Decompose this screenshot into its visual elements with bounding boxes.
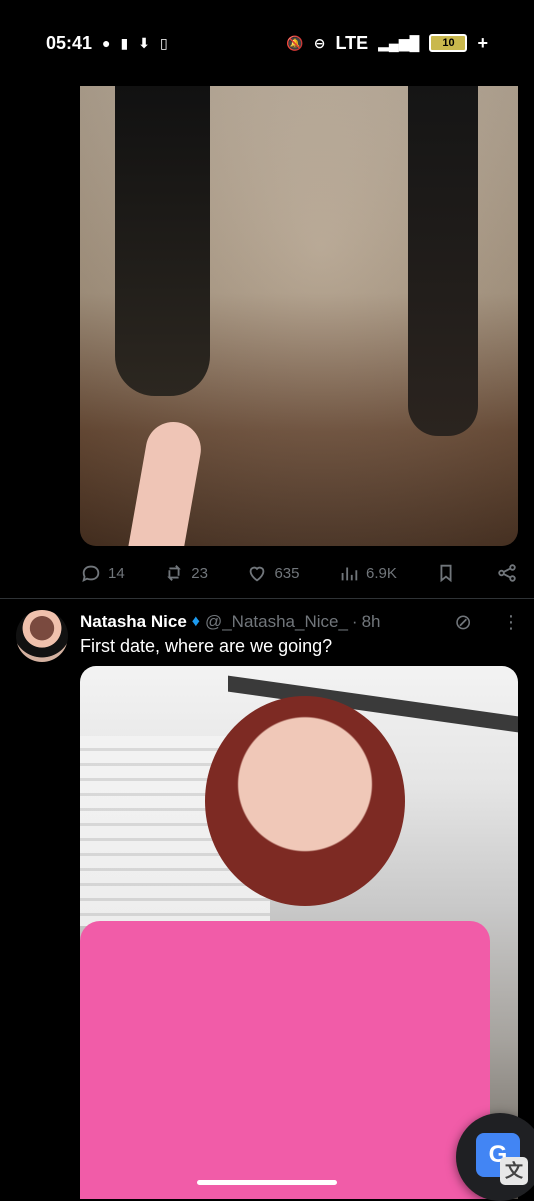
translate-icon: G文 (476, 1133, 528, 1185)
second-post-header: Natasha Nice ♦ @_Natasha_Nice_ · 8h ⊘ ⋮ (80, 610, 520, 634)
bookmark-action[interactable] (435, 562, 457, 584)
signal-icon: ▂▄▆█ (378, 34, 420, 51)
photo-pink-top (80, 921, 490, 1199)
battery-plus: + (477, 32, 488, 53)
first-post-media[interactable] (80, 86, 518, 546)
views-count: 6.9K (366, 564, 397, 582)
repost-action[interactable]: 23 (163, 562, 208, 584)
reply-action[interactable]: 14 (80, 562, 125, 584)
translate-button[interactable]: G文 (456, 1113, 534, 1201)
status-bar: 05:41 ● ▮ ⬇ ▯ 🔕 ⊖ LTE ▂▄▆█ 10 + (0, 0, 534, 86)
grok-icon[interactable]: ⊘ (454, 610, 472, 635)
download-icon: ⬇ (138, 34, 150, 51)
network-label: LTE (335, 32, 369, 53)
post-header-actions: ⊘ ⋮ (454, 610, 520, 635)
like-count: 635 (274, 564, 300, 582)
more-icon[interactable]: ⋮ (502, 613, 520, 631)
reply-icon (82, 565, 100, 583)
author-name[interactable]: Natasha Nice (80, 612, 187, 632)
reply-count: 14 (108, 564, 125, 582)
author-avatar[interactable] (16, 610, 68, 662)
battery-saver-icon: ▯ (159, 34, 168, 51)
battery-notification-icon: ▮ (120, 34, 129, 51)
views-icon (341, 567, 358, 581)
photo-face (205, 696, 405, 906)
status-left: 05:41 ● ▮ ⬇ ▯ (46, 33, 168, 54)
post-divider (0, 598, 534, 599)
repost-icon (167, 565, 182, 581)
verified-icon: ♦ (191, 613, 200, 630)
post-time: 8h (361, 612, 381, 631)
status-time: 05:41 (46, 32, 93, 53)
chat-notification-icon: ● (102, 35, 111, 51)
author-handle[interactable]: @_Natasha_Nice_ (205, 612, 348, 632)
status-right: 🔕 ⊖ LTE ▂▄▆█ 10 + (286, 33, 488, 54)
first-post-actions: 14 23 635 6.9K (80, 558, 518, 588)
share-action[interactable] (496, 562, 518, 584)
second-post-media[interactable] (80, 666, 518, 1199)
bookmark-icon (440, 564, 452, 583)
mute-icon: 🔕 (286, 34, 304, 51)
post-text: First date, where are we going? (80, 636, 333, 656)
share-icon (498, 564, 516, 582)
battery-indicator: 10 (429, 34, 468, 52)
like-action[interactable]: 635 (246, 562, 300, 584)
meta-separator: · (351, 612, 358, 631)
battery-level: 10 (442, 37, 455, 49)
views-action[interactable]: 6.9K (338, 562, 397, 584)
like-icon (250, 566, 265, 582)
photo-hair-right (408, 86, 478, 436)
repost-count: 23 (191, 564, 208, 582)
photo-hair-left (115, 86, 210, 396)
do-not-disturb-icon: ⊖ (313, 34, 326, 51)
home-indicator[interactable] (197, 1180, 337, 1185)
